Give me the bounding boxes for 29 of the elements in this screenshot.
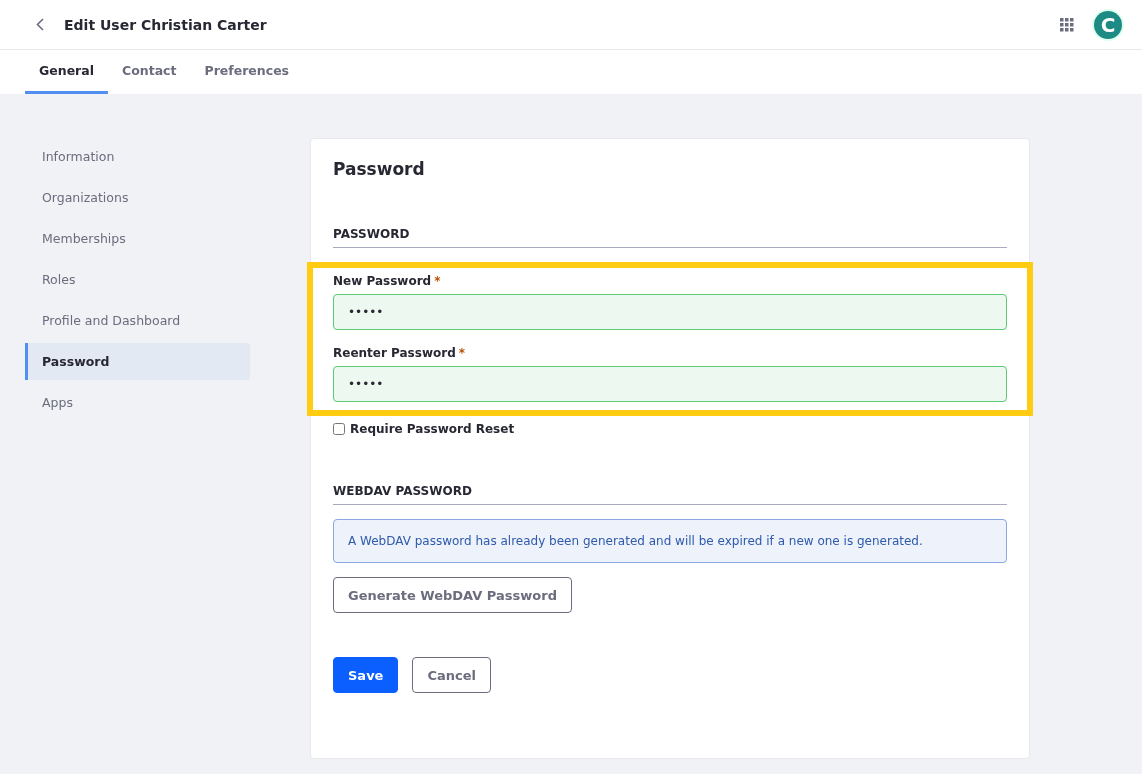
checkbox-label: Require Password Reset bbox=[350, 422, 515, 436]
info-alert: A WebDAV password has already been generated and will be expired if a new one is generated. bbox=[333, 519, 1007, 563]
section-heading: PASSWORD bbox=[333, 227, 1007, 248]
sidebar-item[interactable]: Profile and Dashboard bbox=[25, 302, 250, 339]
generate-button[interactable]: Generate WebDAV Password bbox=[333, 577, 572, 613]
sidebar-item[interactable]: Memberships bbox=[25, 220, 250, 257]
page-title: Edit User Christian Carter bbox=[64, 16, 268, 33]
sidebar-item[interactable]: Password bbox=[25, 343, 250, 380]
password-field[interactable]: ••••• bbox=[333, 294, 1007, 330]
save-button[interactable]: Save bbox=[333, 657, 399, 693]
section-heading: WEBDAV PASSWORD bbox=[333, 484, 1007, 505]
sidebar-item[interactable]: Information bbox=[25, 138, 250, 175]
required-mark: * bbox=[458, 346, 465, 360]
tab[interactable]: General bbox=[25, 50, 108, 94]
sidebar-item[interactable]: Apps bbox=[25, 384, 250, 421]
checkbox[interactable] bbox=[333, 423, 345, 435]
apps-grid-icon[interactable] bbox=[1060, 17, 1074, 32]
field-label: Reenter Password bbox=[333, 346, 456, 360]
sidebar-item[interactable]: Organizations bbox=[25, 179, 250, 216]
field-label: New Password bbox=[333, 274, 432, 288]
password-field[interactable]: ••••• bbox=[333, 366, 1007, 402]
tab[interactable]: Contact bbox=[108, 50, 191, 94]
required-mark: * bbox=[434, 274, 441, 288]
sidebar-item[interactable]: Roles bbox=[25, 261, 250, 298]
tab[interactable]: Preferences bbox=[190, 50, 304, 94]
cancel-button[interactable]: Cancel bbox=[412, 657, 491, 693]
user-avatar[interactable]: C bbox=[1094, 10, 1122, 39]
card-title: Password bbox=[333, 159, 426, 179]
chevron-left-icon bbox=[36, 18, 44, 31]
